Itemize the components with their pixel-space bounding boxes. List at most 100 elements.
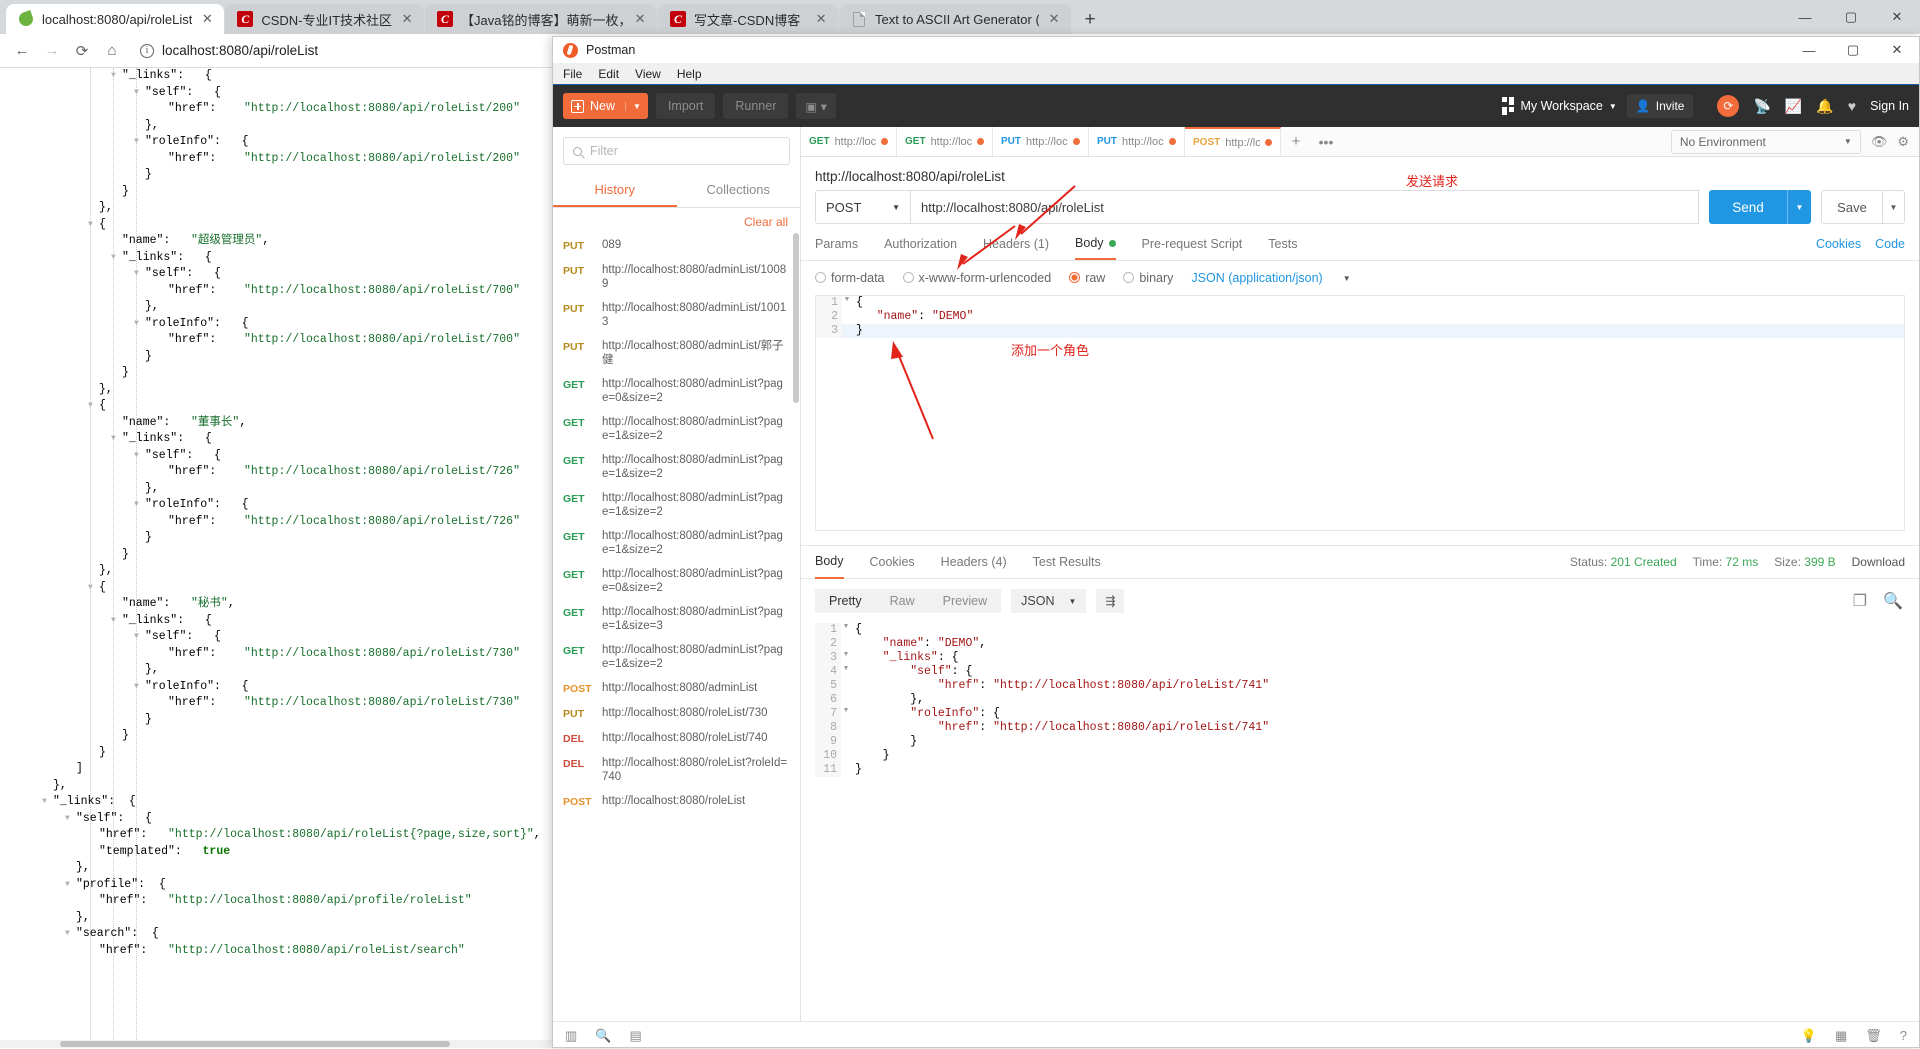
reload-icon[interactable]: ⟳ bbox=[68, 37, 96, 65]
signin-button[interactable]: Sign In bbox=[1870, 99, 1909, 113]
tab-pre-request-script[interactable]: Pre-request Script bbox=[1142, 237, 1243, 259]
tab-history[interactable]: History bbox=[553, 175, 677, 207]
tab-headers[interactable]: Headers (1) bbox=[983, 237, 1049, 259]
runner-button[interactable]: Runner bbox=[723, 93, 788, 119]
fold-arrow-icon[interactable]: ▼ bbox=[841, 665, 851, 679]
new-button[interactable]: New ▼ bbox=[563, 93, 648, 119]
site-info-icon[interactable]: i bbox=[140, 44, 154, 58]
close-window-icon[interactable]: ✕ bbox=[1874, 0, 1920, 34]
clear-all-button[interactable]: Clear all bbox=[553, 208, 800, 233]
history-item[interactable]: PUThttp://localhost:8080/adminList/郭子健 bbox=[553, 334, 800, 372]
tab-response-headers[interactable]: Headers (4) bbox=[941, 545, 1007, 579]
send-button[interactable]: Send bbox=[1709, 190, 1787, 224]
back-icon[interactable]: ← bbox=[8, 37, 36, 65]
request-tab-4[interactable]: POSThttp://loca bbox=[1185, 127, 1281, 156]
tab-collections[interactable]: Collections bbox=[677, 175, 801, 207]
browser-tab-3[interactable]: C 写文章-CSDN博客 ✕ bbox=[658, 4, 838, 34]
close-icon[interactable]: ✕ bbox=[1047, 11, 1061, 27]
radio-urlencoded[interactable]: x-www-form-urlencoded bbox=[903, 271, 1052, 285]
download-button[interactable]: Download bbox=[1852, 555, 1905, 569]
fold-arrow-icon[interactable]: ▼ bbox=[841, 707, 851, 721]
environment-selector[interactable]: No Environment▼ bbox=[1671, 130, 1861, 154]
history-item[interactable]: PUThttp://localhost:8080/adminList/10089 bbox=[553, 258, 800, 296]
request-body-editor[interactable]: 1▼{2 "name": "DEMO"3} bbox=[815, 295, 1905, 531]
request-tab-3[interactable]: PUThttp://localh bbox=[1089, 127, 1185, 156]
request-tab-0[interactable]: GEThttp://localh bbox=[801, 127, 897, 156]
fold-arrow-icon[interactable]: ▼ bbox=[841, 651, 851, 665]
tab-more-button[interactable]: ••• bbox=[1311, 127, 1341, 156]
cookies-link[interactable]: Cookies bbox=[1816, 237, 1861, 251]
tab-params[interactable]: Params bbox=[815, 237, 858, 259]
gear-icon[interactable]: ⚙ bbox=[1897, 134, 1909, 150]
history-item[interactable]: GEThttp://localhost:8080/adminList?page=… bbox=[553, 410, 800, 448]
history-item[interactable]: GEThttp://localhost:8080/adminList?page=… bbox=[553, 372, 800, 410]
view-raw[interactable]: Raw bbox=[876, 589, 929, 613]
import-button[interactable]: Import bbox=[656, 93, 715, 119]
layout-icon[interactable]: ▦ bbox=[1835, 1028, 1847, 1044]
browser-tab-2[interactable]: C 【Java铭的博客】萌新一枚，希 ✕ bbox=[425, 4, 657, 34]
history-item[interactable]: GEThttp://localhost:8080/adminList?page=… bbox=[553, 448, 800, 486]
sync-icon[interactable]: ⟳ bbox=[1717, 95, 1739, 117]
code-link[interactable]: Code bbox=[1875, 237, 1905, 251]
forward-icon[interactable]: → bbox=[38, 37, 66, 65]
method-selector[interactable]: POST ▼ bbox=[815, 190, 911, 224]
home-icon[interactable]: ⌂ bbox=[98, 37, 126, 65]
satellite-icon[interactable]: 📡 bbox=[1753, 98, 1770, 115]
sidebar-scrollbar[interactable] bbox=[793, 233, 799, 403]
fold-arrow-icon[interactable] bbox=[841, 763, 851, 777]
fold-arrow-icon[interactable] bbox=[842, 324, 852, 338]
bulb-icon[interactable]: 💡 bbox=[1801, 1028, 1817, 1044]
send-options-chevron-icon[interactable]: ▼ bbox=[1787, 190, 1811, 224]
tab-tests[interactable]: Tests bbox=[1268, 237, 1297, 259]
workspace-selector[interactable]: My Workspace ▼ bbox=[1502, 97, 1616, 115]
close-icon[interactable]: ✕ bbox=[814, 11, 828, 27]
radio-raw[interactable]: raw bbox=[1069, 271, 1105, 285]
console-icon[interactable]: ▤ bbox=[629, 1028, 641, 1044]
sidebar-toggle-icon[interactable]: ▥ bbox=[565, 1028, 577, 1044]
browser-tab-0[interactable]: localhost:8080/api/roleList ✕ bbox=[6, 4, 224, 34]
history-item[interactable]: GEThttp://localhost:8080/adminList?page=… bbox=[553, 600, 800, 638]
fold-arrow-icon[interactable] bbox=[841, 679, 851, 693]
close-icon[interactable]: ✕ bbox=[400, 11, 414, 27]
request-tab-1[interactable]: GEThttp://localh bbox=[897, 127, 993, 156]
history-item[interactable]: POSThttp://localhost:8080/adminList bbox=[553, 676, 800, 701]
close-window-icon[interactable]: ✕ bbox=[1875, 37, 1919, 63]
new-window-button[interactable]: ▣ ▾ bbox=[796, 93, 836, 119]
chevron-down-icon[interactable]: ▼ bbox=[625, 102, 648, 111]
tab-response-body[interactable]: Body bbox=[815, 545, 844, 579]
radio-form-data[interactable]: form-data bbox=[815, 271, 885, 285]
trash-icon[interactable]: 🗑 bbox=[1865, 1028, 1882, 1044]
minimize-icon[interactable]: — bbox=[1782, 0, 1828, 34]
word-wrap-icon[interactable]: ⇶ bbox=[1096, 589, 1124, 613]
tab-authorization[interactable]: Authorization bbox=[884, 237, 957, 259]
filter-input[interactable]: Filter bbox=[563, 137, 790, 165]
radio-binary[interactable]: binary bbox=[1123, 271, 1173, 285]
close-icon[interactable]: ✕ bbox=[633, 11, 647, 27]
fold-arrow-icon[interactable]: ▼ bbox=[842, 296, 852, 310]
menu-file[interactable]: File bbox=[563, 67, 582, 81]
history-item[interactable]: GEThttp://localhost:8080/adminList?page=… bbox=[553, 638, 800, 676]
history-item[interactable]: GEThttp://localhost:8080/adminList?page=… bbox=[553, 524, 800, 562]
search-response-icon[interactable]: 🔍 bbox=[1883, 591, 1903, 611]
tab-test-results[interactable]: Test Results bbox=[1033, 545, 1101, 579]
fold-arrow-icon[interactable] bbox=[841, 735, 851, 749]
save-options-chevron-icon[interactable]: ▼ bbox=[1883, 190, 1905, 224]
fold-arrow-icon[interactable] bbox=[841, 693, 851, 707]
tab-body[interactable]: Body bbox=[1075, 236, 1116, 260]
menu-edit[interactable]: Edit bbox=[598, 67, 619, 81]
heart-icon[interactable]: ♥ bbox=[1848, 98, 1856, 114]
history-item[interactable]: PUThttp://localhost:8080/roleList/730 bbox=[553, 701, 800, 726]
copy-icon[interactable]: ❐ bbox=[1853, 591, 1867, 611]
new-tab-button[interactable]: + bbox=[1076, 6, 1104, 34]
view-preview[interactable]: Preview bbox=[929, 589, 1001, 613]
history-item[interactable]: DELhttp://localhost:8080/roleList/740 bbox=[553, 726, 800, 751]
history-list[interactable]: PUT089PUThttp://localhost:8080/adminList… bbox=[553, 233, 800, 1021]
menu-help[interactable]: Help bbox=[677, 67, 702, 81]
bell-icon[interactable]: 🔔 bbox=[1816, 98, 1833, 115]
find-icon[interactable]: 🔍 bbox=[595, 1028, 611, 1044]
fold-arrow-icon[interactable] bbox=[841, 637, 851, 651]
browser-tab-1[interactable]: C CSDN-专业IT技术社区 ✕ bbox=[225, 4, 424, 34]
eye-icon[interactable]: 👁 bbox=[1871, 134, 1888, 150]
fold-arrow-icon[interactable]: ▼ bbox=[841, 623, 851, 637]
request-tab-2[interactable]: PUThttp://localh bbox=[993, 127, 1089, 156]
